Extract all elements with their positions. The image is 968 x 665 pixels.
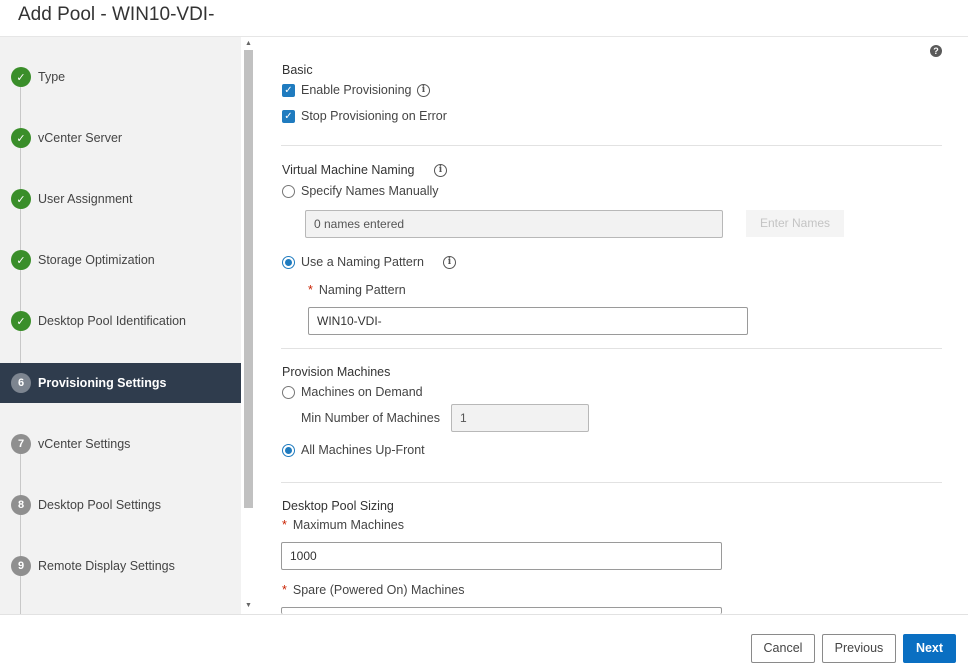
section-divider	[281, 145, 942, 146]
step-label: User Assignment	[38, 192, 133, 206]
step-number-badge: 9	[11, 556, 31, 576]
info-icon[interactable]: i	[443, 256, 456, 269]
step-number-badge: 6	[11, 373, 31, 393]
step-storage-optimization[interactable]: ✓ Storage Optimization	[0, 240, 241, 280]
info-icon[interactable]: i	[434, 164, 447, 177]
section-divider	[281, 482, 942, 483]
check-icon: ✓	[11, 311, 31, 331]
step-vcenter-server[interactable]: ✓ vCenter Server	[0, 118, 241, 158]
enable-provisioning-label: Enable Provisioning	[301, 83, 412, 97]
step-number-badge: 7	[11, 434, 31, 454]
naming-pattern-field-label: * Naming Pattern	[308, 283, 406, 297]
step-vcenter-settings[interactable]: 7 vCenter Settings	[0, 424, 241, 464]
scroll-up-arrow-icon[interactable]: ▲	[244, 40, 253, 48]
cancel-button[interactable]: Cancel	[751, 634, 815, 663]
step-connector	[20, 454, 21, 614]
info-icon[interactable]: i	[417, 84, 430, 97]
spare-machines-input[interactable]	[281, 607, 722, 614]
help-icon[interactable]: ?	[930, 45, 942, 57]
step-user-assignment[interactable]: ✓ User Assignment	[0, 179, 241, 219]
step-label: Desktop Pool Identification	[38, 314, 187, 328]
machines-on-demand-label: Machines on Demand	[301, 385, 423, 399]
step-desktop-pool-identification[interactable]: ✓ Desktop Pool Identification	[0, 301, 241, 341]
sidebar-scrollbar-thumb[interactable]	[244, 50, 253, 508]
step-number-badge: 8	[11, 495, 31, 515]
stop-on-error-checkbox[interactable]: ✓	[282, 110, 295, 123]
step-label: vCenter Settings	[38, 437, 131, 451]
specify-names-manually-label: Specify Names Manually	[301, 184, 439, 198]
step-label: Remote Display Settings	[38, 559, 175, 573]
check-icon: ✓	[11, 250, 31, 270]
check-icon: ✓	[11, 67, 31, 87]
min-number-label: Min Number of Machines	[301, 411, 440, 425]
section-divider	[281, 348, 942, 349]
all-machines-up-front-label: All Machines Up-Front	[301, 443, 425, 457]
required-asterisk: *	[308, 283, 313, 297]
names-entered-field[interactable]: 0 names entered	[305, 210, 723, 238]
step-label: Storage Optimization	[38, 253, 155, 267]
step-label: Type	[38, 70, 66, 84]
step-label: Provisioning Settings	[38, 376, 167, 390]
step-type[interactable]: ✓ Type	[0, 57, 241, 97]
step-desktop-pool-settings[interactable]: 8 Desktop Pool Settings	[0, 485, 241, 525]
next-button[interactable]: Next	[903, 634, 956, 663]
specify-names-manually-radio[interactable]	[282, 185, 295, 198]
scroll-down-arrow-icon[interactable]: ▼	[244, 602, 253, 610]
maximum-machines-input[interactable]: 1000	[281, 542, 722, 570]
provision-machines-section-title: Provision Machines	[282, 365, 391, 379]
vm-naming-section-title: Virtual Machine Naming	[282, 163, 415, 177]
basic-section-title: Basic	[282, 63, 313, 77]
min-number-input[interactable]: 1	[451, 404, 589, 432]
step-provisioning-settings[interactable]: 6 Provisioning Settings	[0, 363, 241, 403]
required-asterisk: *	[282, 583, 287, 597]
pool-sizing-section-title: Desktop Pool Sizing	[282, 499, 394, 513]
step-label: vCenter Server	[38, 131, 123, 145]
required-asterisk: *	[282, 518, 287, 532]
maximum-machines-label: * Maximum Machines	[282, 518, 405, 532]
all-machines-up-front-radio[interactable]	[282, 444, 295, 457]
dialog-title: Add Pool - WIN10-VDI-	[18, 4, 215, 25]
spare-machines-label: * Spare (Powered On) Machines	[282, 583, 465, 597]
enable-provisioning-checkbox[interactable]: ✓	[282, 84, 295, 97]
naming-pattern-input[interactable]: WIN10-VDI-	[308, 307, 748, 335]
step-remote-display-settings[interactable]: 9 Remote Display Settings	[0, 546, 241, 586]
enter-names-button[interactable]: Enter Names	[746, 210, 844, 237]
step-label: Desktop Pool Settings	[38, 498, 161, 512]
wizard-sidebar: ✓ Type ✓ vCenter Server ✓ User Assignmen…	[0, 37, 255, 614]
naming-pattern-radio[interactable]	[282, 256, 295, 269]
check-icon: ✓	[11, 189, 31, 209]
machines-on-demand-radio[interactable]	[282, 386, 295, 399]
check-icon: ✓	[11, 128, 31, 148]
stop-on-error-label: Stop Provisioning on Error	[301, 109, 447, 123]
previous-button[interactable]: Previous	[822, 634, 896, 663]
footer-divider	[0, 614, 968, 615]
naming-pattern-option-label: Use a Naming Pattern	[301, 255, 424, 269]
